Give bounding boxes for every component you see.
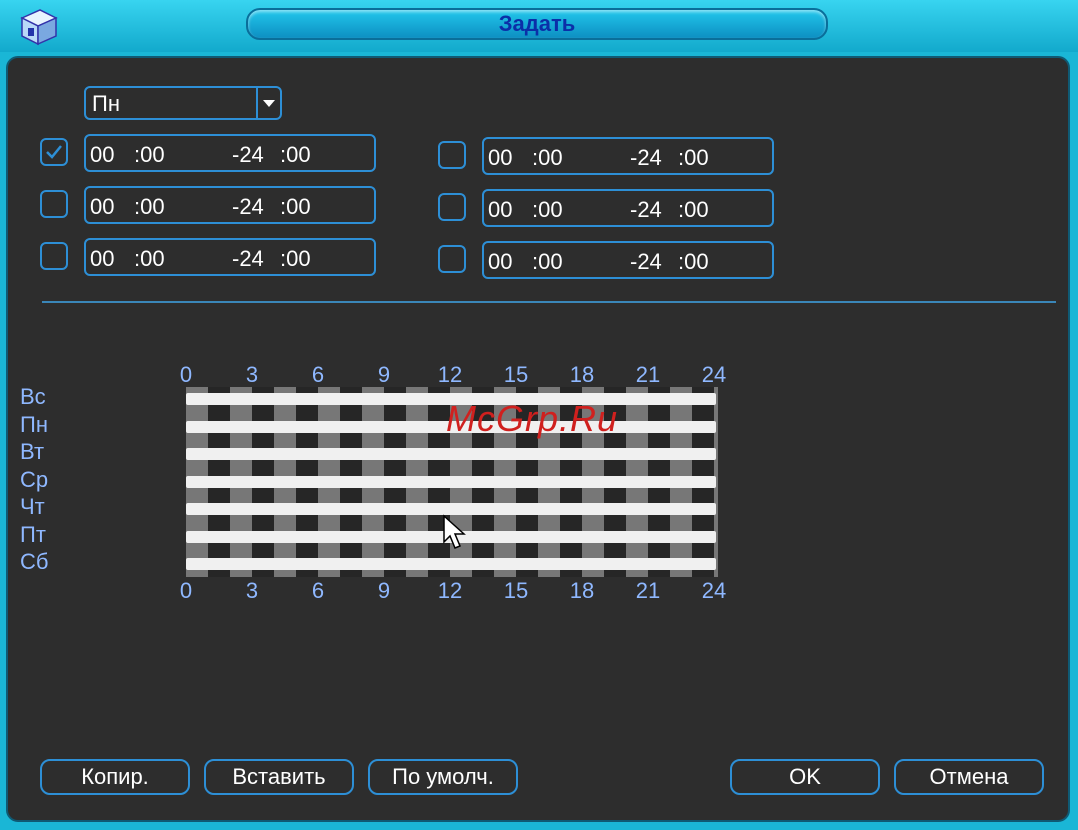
start-minute[interactable]: :00 bbox=[532, 197, 563, 223]
end-hour[interactable]: -24 bbox=[630, 249, 662, 275]
end-hour[interactable]: -24 bbox=[630, 145, 662, 171]
hour-label-bottom: 24 bbox=[701, 578, 727, 603]
start-hour[interactable]: 00 bbox=[488, 249, 512, 275]
hour-label-bottom: 18 bbox=[569, 578, 595, 603]
top-bar: Задать bbox=[0, 0, 1078, 52]
start-minute[interactable]: :00 bbox=[134, 142, 165, 168]
start-hour[interactable]: 00 bbox=[90, 142, 114, 168]
period-checkbox[interactable] bbox=[438, 141, 466, 169]
end-minute[interactable]: :00 bbox=[280, 194, 311, 220]
hour-label-bottom: 3 bbox=[245, 578, 259, 603]
end-minute[interactable]: :00 bbox=[678, 145, 709, 171]
hour-label-bottom: 15 bbox=[503, 578, 529, 603]
period-time-field[interactable]: 00 :00 -24 :00 bbox=[84, 238, 376, 276]
start-hour[interactable]: 00 bbox=[488, 197, 512, 223]
hour-label-bottom: 0 bbox=[179, 578, 193, 603]
hour-label-top: 3 bbox=[245, 362, 259, 387]
hour-label-bottom: 9 bbox=[377, 578, 391, 603]
period-checkbox[interactable] bbox=[40, 138, 68, 166]
hour-label-top: 6 bbox=[311, 362, 325, 387]
watermark: McGrp.Ru bbox=[446, 398, 619, 439]
paste-button[interactable]: Вставить bbox=[204, 759, 354, 795]
mouse-cursor-icon bbox=[443, 514, 466, 549]
period-time-field[interactable]: 00 :00 -24 :00 bbox=[482, 241, 774, 279]
end-hour[interactable]: -24 bbox=[232, 142, 264, 168]
start-minute[interactable]: :00 bbox=[134, 194, 165, 220]
period-time-field[interactable]: 00 :00 -24 :00 bbox=[84, 134, 376, 172]
window-title: Задать bbox=[246, 8, 828, 40]
end-hour[interactable]: -24 bbox=[232, 194, 264, 220]
hour-label-top: 12 bbox=[437, 362, 463, 387]
divider bbox=[42, 301, 1056, 303]
end-minute[interactable]: :00 bbox=[280, 246, 311, 272]
period-checkbox[interactable] bbox=[40, 242, 68, 270]
hour-label-top: 24 bbox=[701, 362, 727, 387]
hour-label-bottom: 12 bbox=[437, 578, 463, 603]
end-minute[interactable]: :00 bbox=[678, 249, 709, 275]
chevron-down-icon bbox=[263, 100, 275, 107]
hour-label-bottom: 21 bbox=[635, 578, 661, 603]
start-hour[interactable]: 00 bbox=[90, 194, 114, 220]
period-time-field[interactable]: 00 :00 -24 :00 bbox=[482, 137, 774, 175]
day-label: Чт bbox=[20, 494, 45, 519]
dropdown-toggle[interactable] bbox=[256, 88, 280, 118]
period-checkbox[interactable] bbox=[438, 245, 466, 273]
cancel-button[interactable]: Отмена bbox=[894, 759, 1044, 795]
default-button[interactable]: По умолч. bbox=[368, 759, 518, 795]
app-icon bbox=[20, 9, 58, 46]
hour-label-bottom: 6 bbox=[311, 578, 325, 603]
copy-button[interactable]: Копир. bbox=[40, 759, 190, 795]
day-label: Вт bbox=[20, 439, 45, 464]
start-minute[interactable]: :00 bbox=[532, 145, 563, 171]
schedule-bar[interactable] bbox=[186, 448, 716, 460]
schedule-bar[interactable] bbox=[186, 558, 716, 570]
period-checkbox[interactable] bbox=[40, 190, 68, 218]
day-label: Пт bbox=[20, 521, 46, 547]
hour-label-top: 21 bbox=[635, 362, 661, 387]
end-hour[interactable]: -24 bbox=[630, 197, 662, 223]
hour-label-top: 9 bbox=[377, 362, 391, 387]
start-minute[interactable]: :00 bbox=[532, 249, 563, 275]
day-dropdown[interactable]: Пн bbox=[84, 86, 282, 120]
checkmark-icon bbox=[46, 145, 62, 159]
day-label: Вс bbox=[20, 384, 46, 409]
day-label: Ср bbox=[20, 466, 49, 492]
day-label: Сб bbox=[20, 549, 49, 574]
end-hour[interactable]: -24 bbox=[232, 246, 264, 272]
hour-label-top: 0 bbox=[179, 362, 193, 387]
schedule-bar[interactable] bbox=[186, 475, 716, 488]
start-hour[interactable]: 00 bbox=[90, 246, 114, 272]
period-time-field[interactable]: 00 :00 -24 :00 bbox=[84, 186, 376, 224]
period-checkbox[interactable] bbox=[438, 193, 466, 221]
start-hour[interactable]: 00 bbox=[488, 145, 512, 171]
ok-button[interactable]: OK bbox=[730, 759, 880, 795]
day-dropdown-value: Пн bbox=[92, 91, 120, 116]
hour-label-top: 18 bbox=[569, 362, 595, 387]
hour-label-top: 15 bbox=[503, 362, 529, 387]
start-minute[interactable]: :00 bbox=[134, 246, 165, 272]
end-minute[interactable]: :00 bbox=[678, 197, 709, 223]
period-time-field[interactable]: 00 :00 -24 :00 bbox=[482, 189, 774, 227]
end-minute[interactable]: :00 bbox=[280, 142, 311, 168]
day-label: Пн bbox=[20, 411, 48, 437]
